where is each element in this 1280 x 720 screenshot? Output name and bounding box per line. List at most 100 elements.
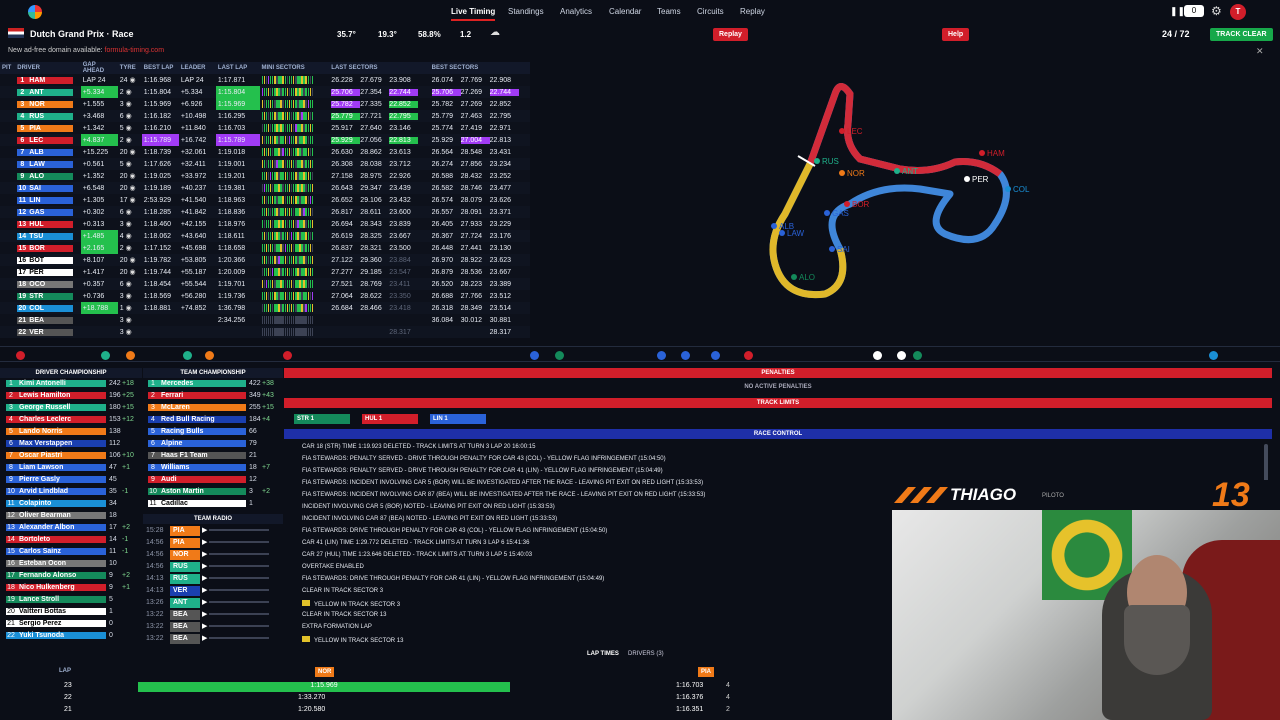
play-icon[interactable]: ▶ — [200, 599, 209, 606]
position-dot[interactable] — [126, 351, 135, 360]
timing-row[interactable]: 8 LAW +0.561 5 ◉ 1:17.626 +32.411 1:19.001 26.3… — [0, 158, 530, 170]
timing-header-tyre[interactable]: TYRE — [117, 62, 142, 74]
timing-row[interactable]: 15 BOR +2.165 2 ◉ 1:17.152 +45.698 1:18.658 26.… — [0, 242, 530, 254]
track-limit-tag[interactable]: HUL 1 — [362, 414, 418, 424]
timing-header-best-lap[interactable]: BEST LAP — [141, 62, 179, 74]
timing-row[interactable]: 19 STR +0.736 3 ◉ 1:18.569 +56.280 1:19.736 27.… — [0, 290, 530, 302]
timing-row[interactable]: 1 HAM LAP 24 24 ◉ 1:16.968 LAP 24 1:17.871 26.2… — [0, 74, 530, 86]
timing-header-best-sectors[interactable]: BEST SECTORS — [429, 62, 530, 74]
play-icon[interactable]: ▶ — [200, 575, 209, 582]
championship-row[interactable]: 1 Mercedes 422+38 — [148, 380, 276, 392]
driver-cell[interactable]: 5 PIA — [15, 122, 80, 134]
play-icon[interactable]: ▶ — [200, 623, 209, 630]
radio-progress-bar[interactable] — [209, 577, 270, 580]
driver-cell[interactable]: 11 LIN — [15, 194, 80, 206]
play-icon[interactable]: ▶ — [200, 611, 209, 618]
championship-row[interactable]: 5 Racing Bulls 66 — [148, 428, 276, 440]
team-radio-row[interactable]: 13:26 ANT ▶ — [146, 598, 278, 610]
championship-row[interactable]: 10 Aston Martin 3 +2 — [148, 488, 276, 500]
user-avatar[interactable]: T — [1230, 4, 1246, 20]
championship-row[interactable]: 1 Kimi Antonelli 242+18 — [6, 380, 136, 392]
notification-counter[interactable]: 0 — [1184, 5, 1204, 17]
championship-row[interactable]: 2 Ferrari 349+43 — [148, 392, 276, 404]
play-icon[interactable]: ▶ — [200, 563, 209, 570]
driver-cell[interactable]: 20 COL — [15, 302, 80, 314]
radio-progress-bar[interactable] — [209, 613, 270, 616]
timing-header-mini-sectors[interactable]: MINI SECTORS — [259, 62, 330, 74]
close-notice-icon[interactable]: ✕ — [1256, 46, 1264, 57]
timing-row[interactable]: 21 BEA 3 ◉ 2:34.256 36.084 30.012 30.881 — [0, 314, 530, 326]
championship-row[interactable]: 12 Oliver Bearman 18 — [6, 512, 136, 524]
timing-row[interactable]: 7 ALB +15.225 20 ◉ 1:18.739 +32.061 1:19.018 26… — [0, 146, 530, 158]
track-limit-tag[interactable]: STR 1 — [294, 414, 350, 424]
timing-row[interactable]: 2 ANT +5.334 2 ◉ 1:15.804 +5.334 1:15.804 25.70… — [0, 86, 530, 98]
position-dot[interactable] — [16, 351, 25, 360]
championship-row[interactable]: 14 Bortoleto 14 -1 — [6, 536, 136, 548]
driver-cell[interactable]: 15 BOR — [15, 242, 80, 254]
nav-teams[interactable]: Teams — [657, 7, 681, 16]
championship-row[interactable]: 20 Valtteri Bottas 1 — [6, 608, 136, 620]
timing-row[interactable]: 5 PIA +1.342 5 ◉ 1:16.210 +11.840 1:16.703 25.9… — [0, 122, 530, 134]
nav-calendar[interactable]: Calendar — [609, 7, 641, 16]
championship-row[interactable]: 7 Haas F1 Team 21 — [148, 452, 276, 464]
nav-replay[interactable]: Replay — [740, 7, 765, 16]
play-icon[interactable]: ▶ — [200, 527, 209, 534]
championship-row[interactable]: 4 Charles Leclerc 153+12 — [6, 416, 136, 428]
timing-row[interactable]: 6 LEC +4.837 2 ◉ 1:15.789 +16.742 1:15.789 25.9… — [0, 134, 530, 146]
championship-row[interactable]: 9 Pierre Gasly 45 — [6, 476, 136, 488]
championship-row[interactable]: 16 Esteban Ocon 10 — [6, 560, 136, 572]
timing-header-last-sectors[interactable]: LAST SECTORS — [329, 62, 430, 74]
race-control-scrollbar[interactable] — [1264, 444, 1268, 484]
radio-progress-bar[interactable] — [209, 637, 270, 640]
championship-row[interactable]: 21 Sergio Perez 0 — [6, 620, 136, 632]
championship-row[interactable]: 11 Cadillac 1 — [148, 500, 276, 512]
position-dot[interactable] — [744, 351, 753, 360]
championship-row[interactable]: 11 Colapinto 34 — [6, 500, 136, 512]
championship-row[interactable]: 4 Red Bull Racing 184+4 — [148, 416, 276, 428]
app-logo[interactable] — [28, 5, 42, 19]
team-radio-row[interactable]: 13:22 BEA ▶ — [146, 610, 278, 622]
radio-progress-bar[interactable] — [209, 565, 270, 568]
position-dot[interactable] — [101, 351, 110, 360]
timing-row[interactable]: 12 GAS +0.302 6 ◉ 1:18.285 +41.842 1:18.836 26.… — [0, 206, 530, 218]
nav-live-timing[interactable]: Live Timing — [451, 7, 496, 21]
team-radio-row[interactable]: 14:56 NOR ▶ — [146, 550, 278, 562]
championship-row[interactable]: 13 Alexander Albon 17 +2 — [6, 524, 136, 536]
driver-cell[interactable]: 19 STR — [15, 290, 80, 302]
domain-link[interactable]: formula-timing.com — [105, 47, 165, 54]
driver-cell[interactable]: 8 LAW — [15, 158, 80, 170]
help-button[interactable]: Help — [942, 28, 970, 41]
championship-row[interactable]: 15 Carlos Sainz 11 -1 — [6, 548, 136, 560]
driver-cell[interactable]: 3 NOR — [15, 98, 80, 110]
driver-cell[interactable]: 17 PER — [15, 266, 80, 278]
radio-progress-bar[interactable] — [209, 625, 270, 628]
driver-cell[interactable]: 9 ALO — [15, 170, 80, 182]
championship-row[interactable]: 8 Williams 18 +7 — [148, 464, 276, 476]
timing-row[interactable]: 14 TSU +1.485 4 ◉ 1:18.062 +43.640 1:18.611 26.… — [0, 230, 530, 242]
pause-icon[interactable]: ❚❚ — [1170, 6, 1185, 17]
position-dot[interactable] — [657, 351, 666, 360]
replay-button[interactable]: Replay — [713, 28, 748, 41]
team-radio-row[interactable]: 14:56 RUS ▶ — [146, 562, 278, 574]
championship-row[interactable]: 22 Yuki Tsunoda 0 — [6, 632, 136, 644]
championship-row[interactable]: 19 Lance Stroll 5 — [6, 596, 136, 608]
team-radio-row[interactable]: 13:22 BEA ▶ — [146, 634, 278, 646]
position-dot[interactable] — [555, 351, 564, 360]
timing-row[interactable]: 11 LIN +1.305 17 ◉ 2:53.929 +41.540 1:18.963 26… — [0, 194, 530, 206]
nav-standings[interactable]: Standings — [508, 7, 544, 16]
radio-progress-bar[interactable] — [209, 601, 270, 604]
timing-row[interactable]: 22 VER 3 ◉ 28.317 28.317 — [0, 326, 530, 338]
position-dot[interactable] — [873, 351, 882, 360]
timing-row[interactable]: 3 NOR +1.555 3 ◉ 1:15.969 +6.926 1:15.969 25.78… — [0, 98, 530, 110]
radio-progress-bar[interactable] — [209, 589, 270, 592]
timing-row[interactable]: 10 SAI +6.548 20 ◉ 1:19.189 +40.237 1:19.381 26… — [0, 182, 530, 194]
championship-row[interactable]: 9 Audi 12 — [148, 476, 276, 488]
position-dot[interactable] — [681, 351, 690, 360]
championship-row[interactable]: 3 George Russell 180+15 — [6, 404, 136, 416]
position-dot[interactable] — [183, 351, 192, 360]
position-dot[interactable] — [1209, 351, 1218, 360]
timing-row[interactable]: 13 HUL +0.313 3 ◉ 1:18.460 +42.155 1:18.976 26.… — [0, 218, 530, 230]
driver-cell[interactable]: 21 BEA — [15, 314, 80, 326]
team-radio-row[interactable]: 14:13 RUS ▶ — [146, 574, 278, 586]
team-radio-row[interactable]: 14:13 VER ▶ — [146, 586, 278, 598]
